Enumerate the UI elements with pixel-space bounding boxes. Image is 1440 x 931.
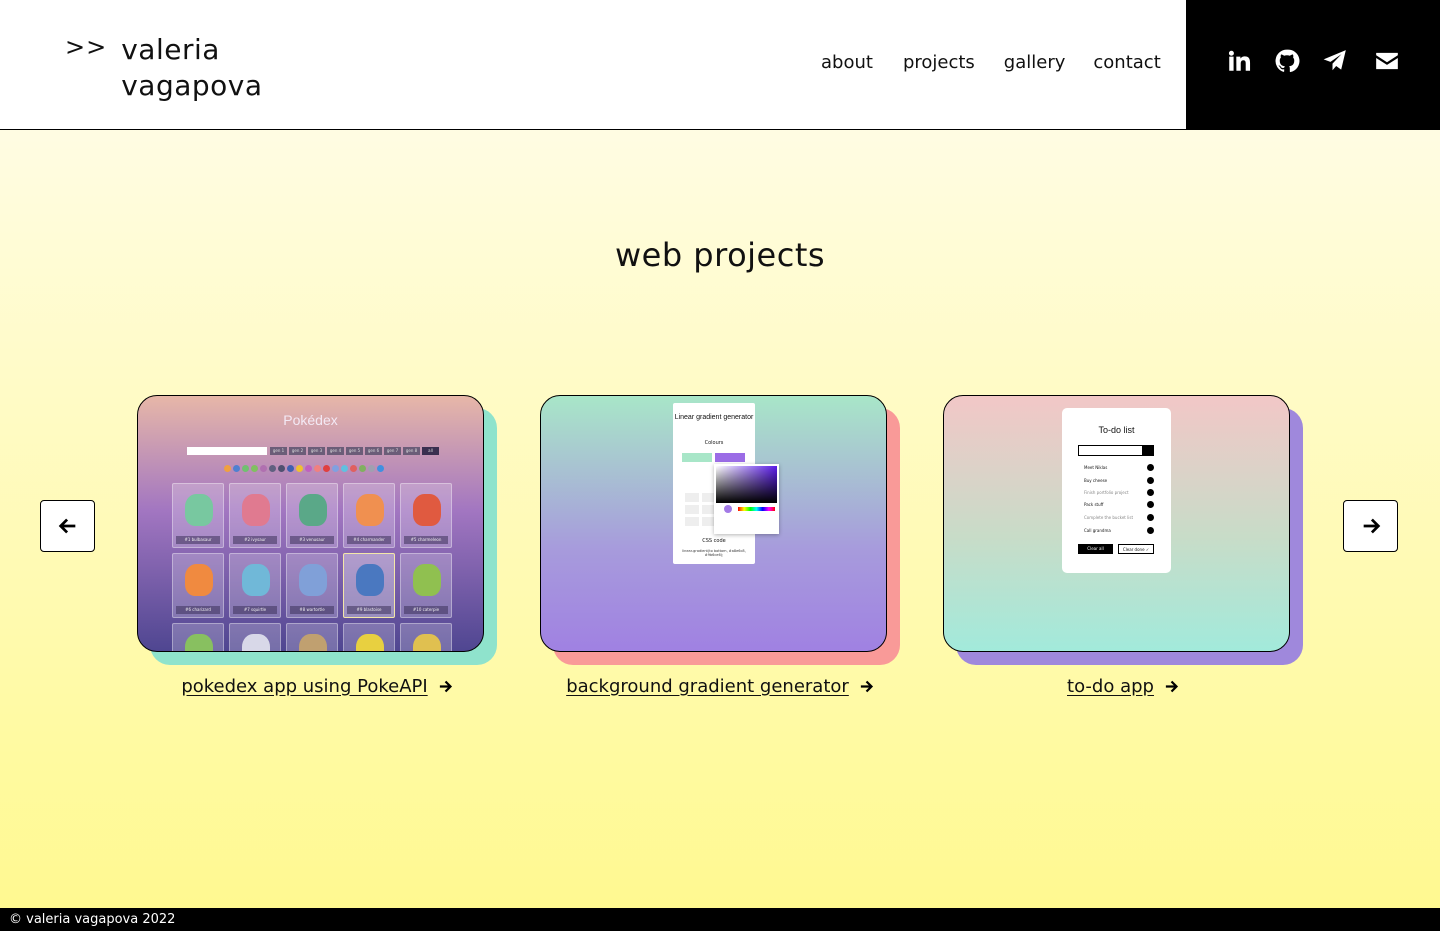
colour-picker-popup	[714, 464, 779, 534]
section-title: web projects	[614, 236, 826, 274]
nav-about[interactable]: about	[821, 52, 873, 73]
logo-name: valeria vagapova	[121, 33, 263, 104]
arrow-left-icon	[58, 518, 75, 534]
project-link-label: pokedex app using PokeAPI	[181, 676, 428, 697]
gen-button: gen 5	[346, 447, 363, 455]
arrow-right-icon	[439, 680, 452, 693]
gen-button: gen 2	[289, 447, 306, 455]
project-link-todo[interactable]: to-do app	[943, 676, 1303, 697]
nav-contact[interactable]: contact	[1093, 52, 1160, 73]
gen-button: all	[422, 447, 439, 455]
footer-copyright: © valeria vagapova 2022	[9, 912, 176, 927]
arrow-right-icon	[1165, 680, 1179, 693]
preview-css-label: CSS code	[702, 538, 726, 544]
carousel-next-button[interactable]	[1343, 500, 1398, 552]
preview-colours-label: Colours	[704, 440, 724, 446]
gen-button: gen 6	[365, 447, 382, 455]
preview-gen-buttons: gen 1 gen 2 gen 3 gen 4 gen 5 gen 6 gen …	[270, 447, 439, 455]
preview-title: Pokédex	[283, 412, 338, 428]
colour-swatch	[682, 453, 712, 462]
gen-button: gen 7	[384, 447, 401, 455]
project-link-label: background gradient generator	[566, 676, 849, 697]
preview-search-input	[187, 447, 267, 455]
logo-name-line1: valeria	[121, 33, 220, 66]
preview-title: To-do list	[1098, 425, 1135, 435]
logo-name-line2: vagapova	[121, 69, 263, 102]
preview-type-filters	[224, 465, 384, 472]
social-links	[1186, 0, 1440, 130]
gen-button: gen 8	[403, 447, 420, 455]
todo-item: Call grandma	[1078, 527, 1154, 535]
project-link-pokedex[interactable]: pokedex app using PokeAPI	[137, 676, 497, 697]
telegram-icon[interactable]	[1322, 48, 1348, 74]
project-preview-todo[interactable]: To-do list Meet Niklas Buy cheese Finish…	[943, 395, 1290, 652]
carousel-prev-button[interactable]	[40, 500, 95, 552]
todo-item: Meet Niklas	[1078, 464, 1154, 472]
preview-clear-done-button: Clear done ✓	[1118, 544, 1154, 554]
todo-item: Finish portfolio project	[1078, 489, 1154, 497]
nav-projects[interactable]: projects	[903, 52, 975, 73]
main-nav: about projects gallery contact	[821, 52, 1161, 73]
preview-add-button	[1142, 445, 1154, 456]
colour-swatch	[715, 453, 745, 462]
site-footer: © valeria vagapova 2022	[0, 908, 1440, 931]
project-preview-gradient[interactable]: Linear gradient generator Colours CSS co…	[540, 395, 887, 652]
preview-panel: To-do list Meet Niklas Buy cheese Finish…	[1062, 408, 1171, 573]
linkedin-icon[interactable]	[1226, 48, 1252, 74]
todo-item: Pack stuff	[1078, 501, 1154, 509]
logo-arrows: >>	[65, 33, 108, 61]
site-header: >> valeria vagapova about projects galle…	[0, 0, 1440, 130]
github-icon[interactable]	[1274, 48, 1300, 74]
email-icon[interactable]	[1374, 48, 1400, 74]
preview-pokemon-grid: #1 bulbasaur #2 ivysaur #3 venusaur #4 c…	[172, 483, 452, 651]
gen-button: gen 1	[270, 447, 287, 455]
arrow-right-icon	[860, 680, 873, 693]
arrow-right-icon	[1363, 518, 1380, 534]
todo-item: Buy cheese	[1078, 477, 1154, 485]
preview-css-code: linear-gradient(to bottom, #a8e6c8, #9b6…	[682, 549, 746, 557]
gen-button: gen 4	[327, 447, 344, 455]
logo[interactable]: >> valeria vagapova	[65, 33, 263, 104]
preview-title: Linear gradient generator	[674, 414, 754, 421]
project-link-label: to-do app	[1067, 676, 1154, 697]
project-preview-pokedex[interactable]: Pokédex gen 1 gen 2 gen 3 gen 4 gen 5 ge…	[137, 395, 484, 652]
direction-buttons	[685, 493, 716, 526]
preview-clear-all-button: Clear all	[1078, 544, 1113, 554]
project-link-gradient[interactable]: background gradient generator	[540, 676, 900, 697]
gen-button: gen 3	[308, 447, 325, 455]
todo-item: Complete the bucket list	[1078, 514, 1154, 522]
nav-gallery[interactable]: gallery	[1004, 52, 1066, 73]
